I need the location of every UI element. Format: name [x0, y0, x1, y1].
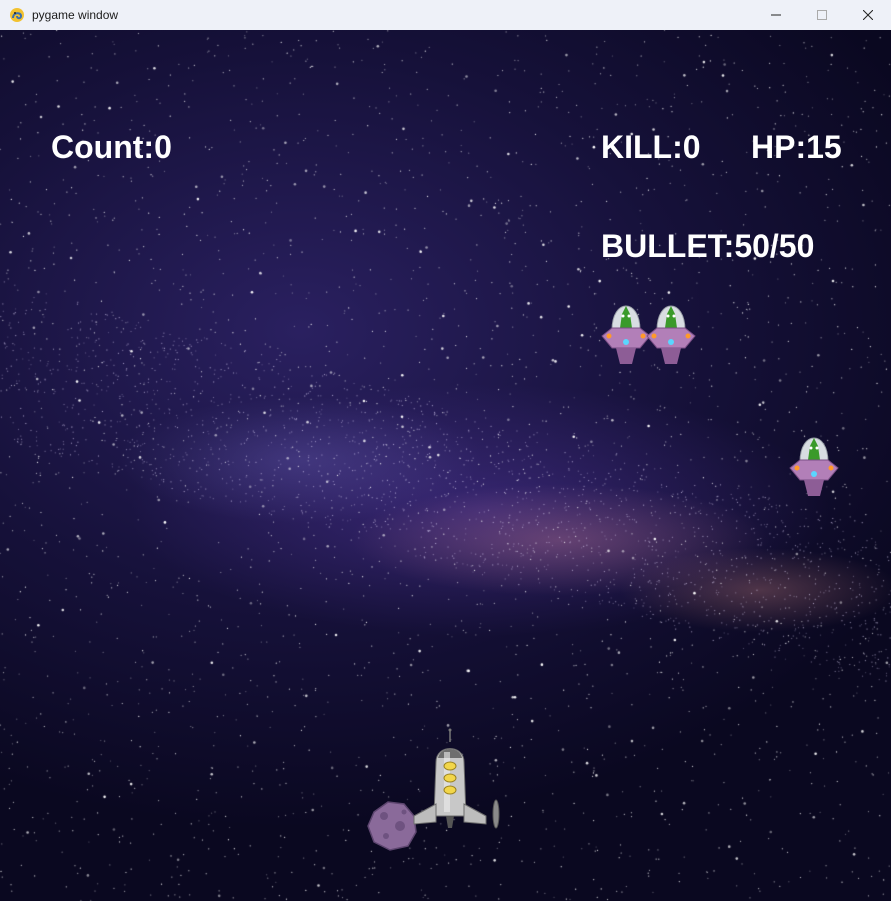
hp-value: 15	[806, 129, 842, 165]
ufo-enemy-icon	[789, 437, 839, 496]
count-label: Count:	[51, 129, 155, 165]
window-title: pygame window	[32, 8, 119, 22]
ufo-enemy-icon	[646, 305, 696, 364]
close-button[interactable]	[845, 0, 891, 30]
bullet-label: BULLET:	[601, 228, 735, 264]
kill-display: KILL:0	[601, 131, 701, 163]
hp-label: HP:	[751, 129, 807, 165]
maximize-icon	[817, 10, 827, 20]
bullet-value: 50/50	[734, 228, 815, 264]
hp-display: HP:15	[751, 131, 842, 163]
kill-label: KILL:	[601, 129, 683, 165]
rocket-ship-icon[interactable]	[408, 728, 504, 832]
maximize-button[interactable]	[799, 0, 845, 30]
game-window: pygame window Count:0 KILL:0 HP:15 BULLE…	[0, 0, 891, 901]
close-icon	[863, 10, 873, 20]
game-canvas[interactable]: Count:0 KILL:0 HP:15 BULLET:50/50	[0, 30, 891, 901]
bullet-display: BULLET:50/50	[601, 230, 814, 262]
count-value: 0	[154, 129, 172, 165]
minimize-button[interactable]	[753, 0, 799, 30]
count-display: Count:0	[51, 131, 172, 163]
minimize-icon	[771, 14, 781, 16]
pygame-snake-icon	[10, 8, 24, 22]
kill-value: 0	[682, 129, 701, 165]
title-bar[interactable]: pygame window	[0, 0, 891, 30]
